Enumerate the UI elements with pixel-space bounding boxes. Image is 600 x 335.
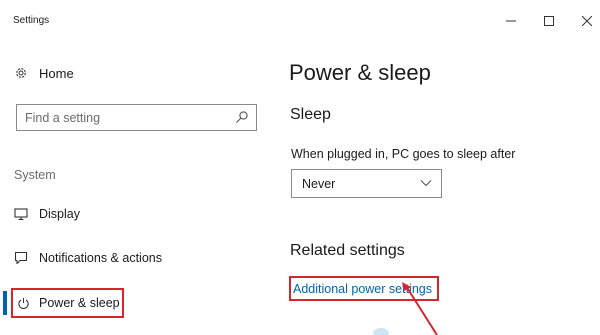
arrow-annotation (402, 282, 438, 335)
sidebar-item-label: Notifications & actions (39, 251, 162, 265)
sidebar-item-notifications[interactable]: Notifications & actions (14, 246, 162, 270)
maximize-icon (544, 16, 554, 26)
active-indicator (3, 291, 7, 315)
gear-icon (16, 68, 26, 78)
power-icon (18, 297, 29, 309)
search-input[interactable] (17, 106, 222, 129)
chevron-down-icon (420, 180, 432, 187)
section-heading-related: Related settings (290, 242, 405, 259)
sleep-time-dropdown[interactable]: Never (291, 169, 442, 198)
search-icon[interactable] (235, 110, 249, 124)
sidebar: Home System Display Notifications & acti… (0, 42, 270, 335)
plugged-in-sleep-label: When plugged in, PC goes to sleep after (291, 147, 516, 161)
sidebar-item-label: Power & sleep (39, 296, 120, 310)
cursor-highlight (373, 328, 389, 335)
page-title: Power & sleep (289, 60, 431, 85)
sidebar-item-power-sleep[interactable]: Power & sleep (11, 288, 124, 318)
search-field[interactable] (16, 104, 257, 131)
close-button[interactable] (574, 9, 600, 33)
close-icon (582, 16, 592, 26)
maximize-button[interactable] (536, 9, 562, 33)
section-heading-sleep: Sleep (290, 106, 331, 123)
sidebar-item-display[interactable]: Display (14, 202, 80, 226)
window-title: Settings (13, 15, 50, 26)
monitor-icon (14, 208, 28, 221)
minimize-button[interactable] (498, 9, 524, 33)
sidebar-item-label: Display (39, 207, 80, 221)
minimize-icon (506, 20, 516, 22)
notification-icon (14, 251, 28, 265)
group-label-system: System (14, 168, 56, 182)
sidebar-item-label: Home (39, 65, 74, 81)
dropdown-value: Never (302, 176, 336, 191)
title-bar: Settings (0, 0, 600, 42)
sidebar-item-home[interactable]: Home (14, 62, 74, 84)
